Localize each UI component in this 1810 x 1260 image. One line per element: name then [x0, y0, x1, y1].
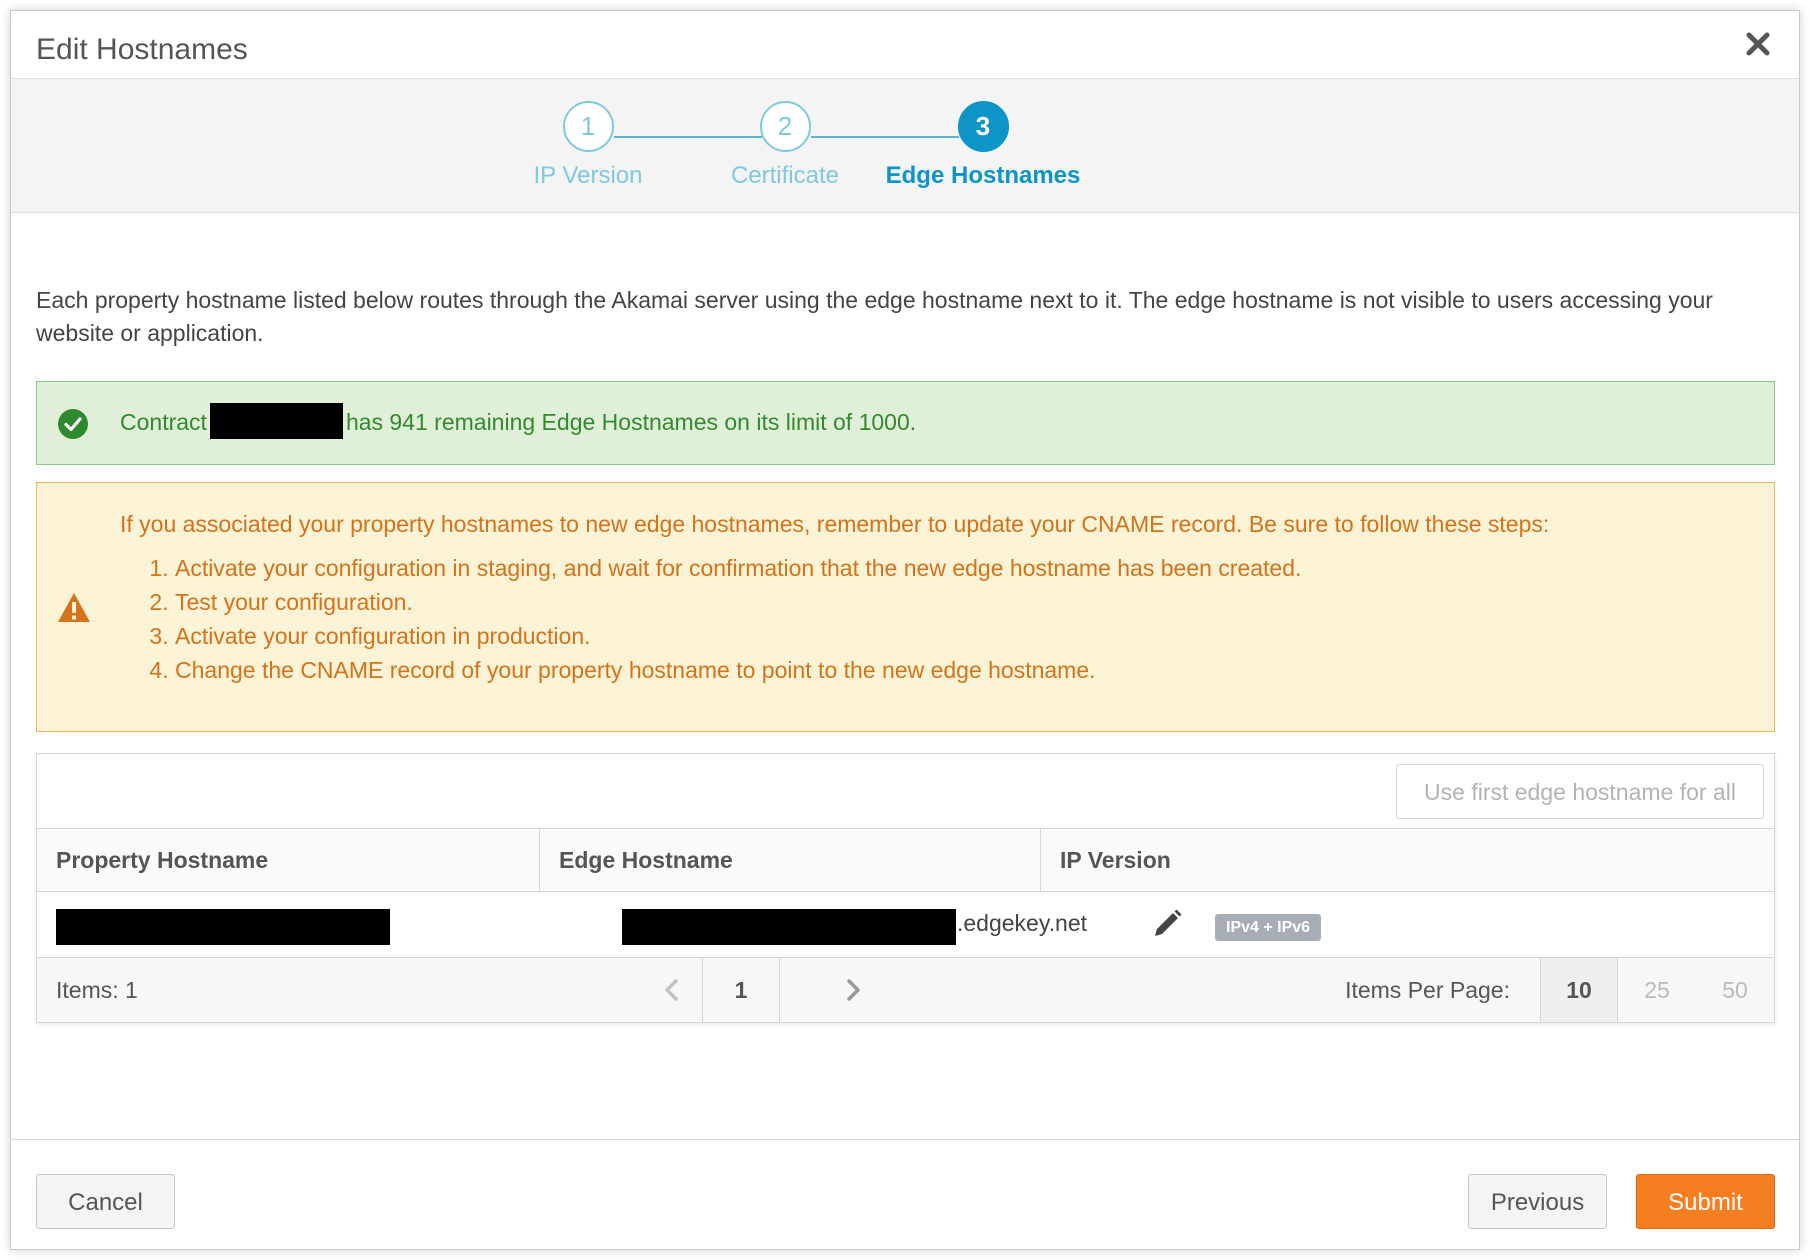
warning-icon: [58, 593, 90, 622]
step-label: Certificate: [730, 162, 840, 189]
dialog-header: Edit Hostnames: [11, 11, 1799, 79]
success-prefix: Contract: [120, 409, 207, 436]
redacted-property-hostname: [56, 909, 390, 945]
list-item: Test your configuration.: [175, 585, 1301, 619]
per-page-option-10[interactable]: 10: [1540, 958, 1618, 1022]
success-message: Contract has 941 remaining Edge Hostnames…: [120, 403, 917, 439]
per-page-option-50[interactable]: 50: [1696, 958, 1774, 1022]
page-button[interactable]: 1: [702, 958, 780, 1022]
list-item: Change the CNAME record of your property…: [175, 653, 1301, 687]
table-footer: Items: 1 1 Items Per Page: 10 25 50: [37, 958, 1774, 1022]
dialog-footer: Cancel Previous Submit: [11, 1139, 1799, 1249]
step-number: 1: [562, 101, 614, 152]
pencil-icon[interactable]: [1149, 906, 1185, 942]
redacted-contract-id: [209, 403, 343, 439]
cancel-button[interactable]: Cancel: [36, 1174, 175, 1229]
redacted-edge-hostname: [622, 909, 956, 945]
ip-version-badge: IPv4 + IPv6: [1215, 914, 1322, 941]
use-first-edge-hostname-button[interactable]: Use first edge hostname for all: [1396, 764, 1764, 819]
step-number: 2: [759, 101, 811, 152]
success-alert: Contract has 941 remaining Edge Hostnames…: [36, 381, 1775, 465]
submit-button[interactable]: Submit: [1636, 1174, 1775, 1229]
previous-button[interactable]: Previous: [1468, 1174, 1607, 1229]
warning-steps-list: Activate your configuration in staging, …: [117, 551, 1301, 687]
success-suffix: has 941 remaining Edge Hostnames on its …: [345, 409, 917, 436]
items-per-page-label: Items Per Page:: [1345, 977, 1510, 1003]
chevron-right-icon[interactable]: [835, 972, 871, 1008]
warning-message: If you associated your property hostname…: [120, 511, 1550, 537]
close-icon[interactable]: [1739, 25, 1777, 63]
hostnames-table: Use first edge hostname for all Property…: [36, 753, 1775, 1023]
chevron-left-icon[interactable]: [654, 972, 690, 1008]
step-label: Edge Hostnames: [885, 162, 1081, 189]
warning-alert: If you associated your property hostname…: [36, 482, 1775, 732]
check-circle-icon: [58, 409, 88, 439]
list-item: Activate your configuration in productio…: [175, 619, 1301, 653]
step-label: IP Version: [533, 162, 643, 189]
edit-hostnames-dialog: Edit Hostnames 1 IP Version 2 Certificat…: [10, 10, 1800, 1250]
edge-hostname-suffix: .edgekey.net: [957, 910, 1088, 936]
step-ip-version[interactable]: 1 IP Version: [488, 101, 688, 190]
intro-text: Each property hostname listed below rout…: [36, 287, 1713, 346]
dialog-title: Edit Hostnames: [36, 33, 248, 66]
list-item: Activate your configuration in staging, …: [175, 551, 1301, 585]
table-header: Property Hostname Edge Hostname IP Versi…: [37, 828, 1774, 892]
step-edge-hostnames[interactable]: 3 Edge Hostnames: [883, 101, 1083, 190]
column-header-edge-hostname[interactable]: Edge Hostname: [539, 829, 1040, 891]
per-page-option-25[interactable]: 25: [1618, 958, 1696, 1022]
step-certificate[interactable]: 2 Certificate: [685, 101, 885, 190]
step-number: 3: [957, 101, 1009, 152]
column-header-ip-version[interactable]: IP Version: [1040, 829, 1774, 891]
column-header-property-hostname[interactable]: Property Hostname: [37, 829, 539, 891]
table-row: .edgekey.net IPv4 + IPv6: [37, 892, 1774, 958]
items-count: Items: 1: [56, 977, 138, 1003]
wizard-stepper: 1 IP Version 2 Certificate 3 Edge Hostna…: [11, 79, 1799, 213]
